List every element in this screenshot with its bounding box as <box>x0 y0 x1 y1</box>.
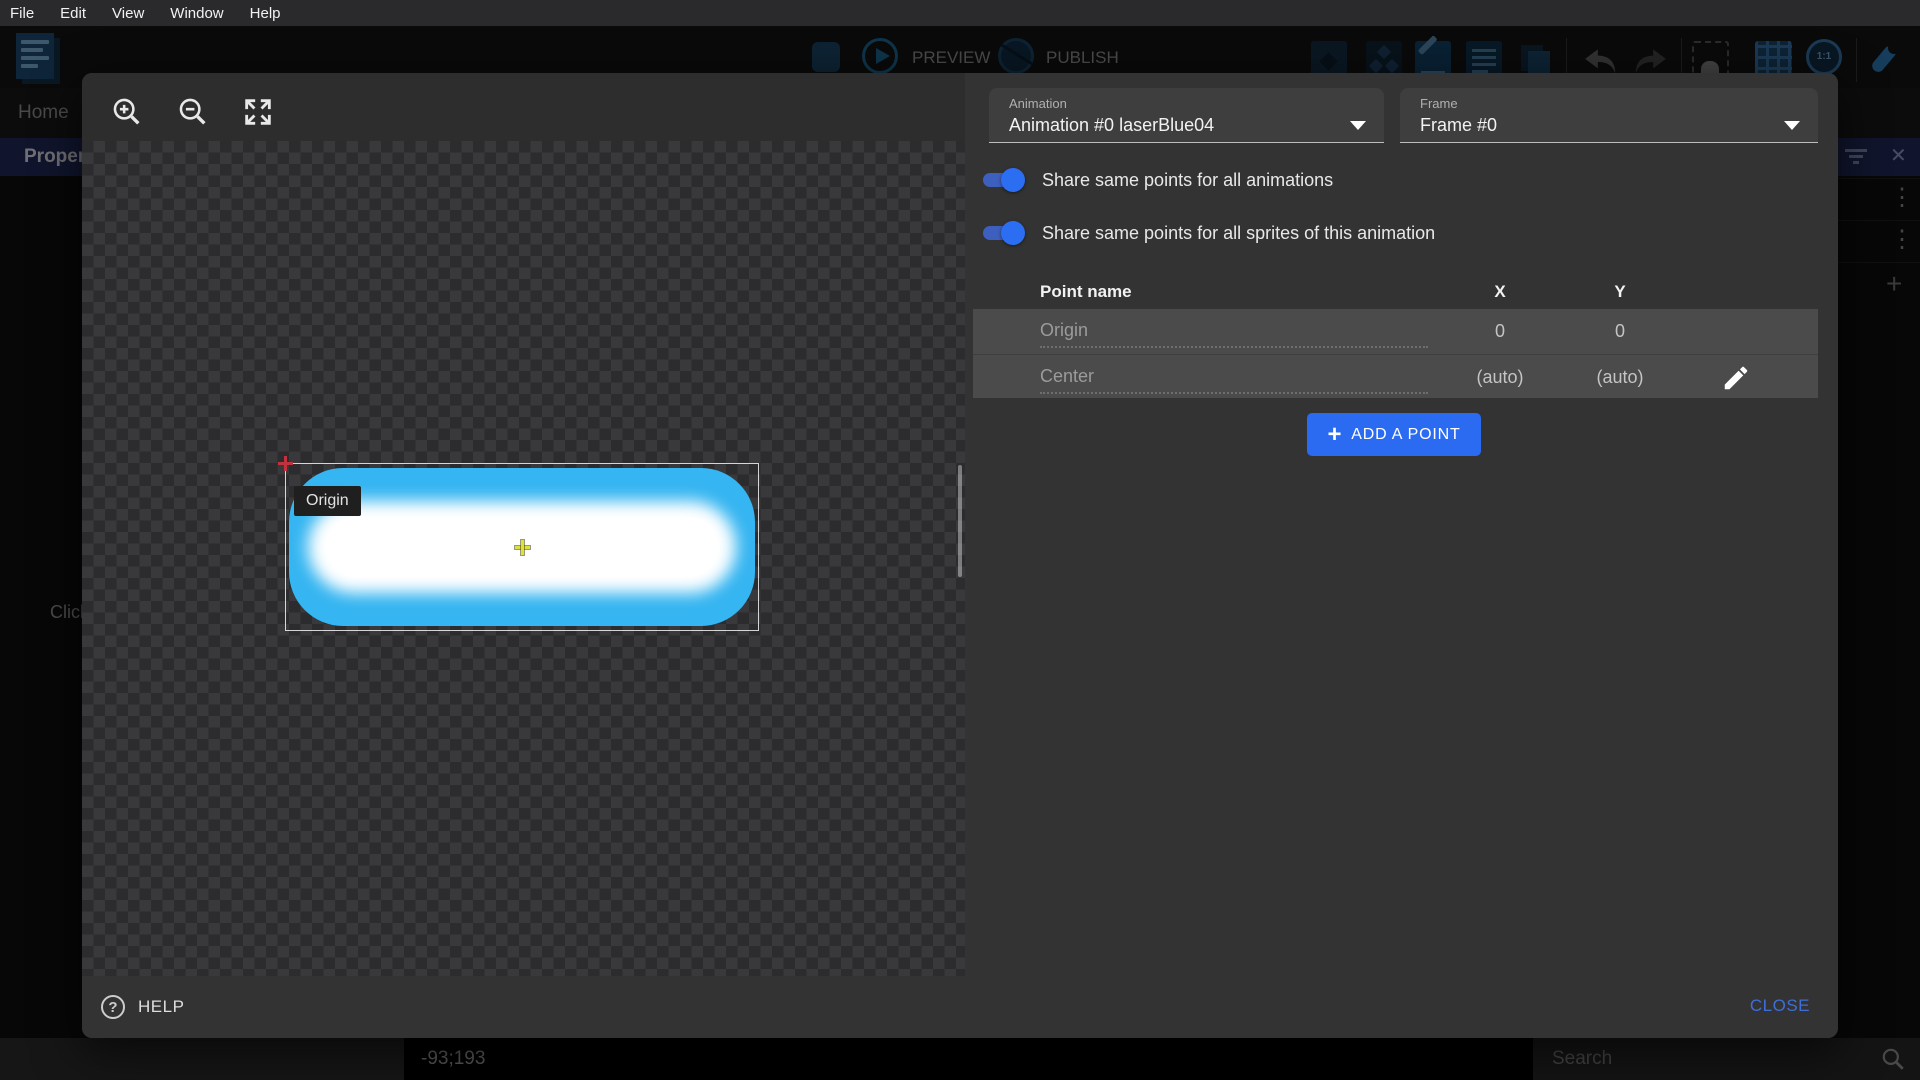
point-y-value[interactable]: 0 <box>1555 309 1685 354</box>
point-name-field[interactable]: Center <box>1040 359 1428 394</box>
share-points-all-sprites-toggle[interactable] <box>980 221 1024 245</box>
zoom-out-icon[interactable] <box>176 95 210 129</box>
edit-pencil-icon[interactable] <box>1721 363 1751 393</box>
toggle-row-share-all-sprites: Share same points for all sprites of thi… <box>980 220 1435 246</box>
center-point-marker[interactable] <box>515 540 530 555</box>
add-point-button-label: ADD A POINT <box>1351 426 1460 444</box>
menu-bar: File Edit View Window Help <box>0 0 1920 26</box>
toggle-label: Share same points for all sprites of thi… <box>1042 223 1435 244</box>
chevron-down-icon <box>1784 121 1800 130</box>
plus-icon: + <box>1327 425 1342 445</box>
column-header-point-name: Point name <box>1040 277 1428 312</box>
share-points-all-animations-toggle[interactable] <box>980 168 1024 192</box>
column-header-x: X <box>1435 277 1565 307</box>
point-name-field[interactable]: Origin <box>1040 313 1428 348</box>
sprite-canvas[interactable]: Origin <box>82 141 965 976</box>
point-x-value[interactable]: 0 <box>1435 309 1565 354</box>
add-point-button[interactable]: + ADD A POINT <box>1307 413 1481 456</box>
menu-item-window[interactable]: Window <box>170 5 223 22</box>
menu-item-help[interactable]: Help <box>250 5 281 22</box>
chevron-down-icon <box>1350 121 1366 130</box>
menu-item-edit[interactable]: Edit <box>60 5 86 22</box>
menu-item-file[interactable]: File <box>10 5 34 22</box>
points-table-header: Point name X Y <box>973 277 1818 307</box>
frame-select-value: Frame #0 <box>1420 115 1497 136</box>
points-editor-dialog: Origin Animation Animation #0 laserBlue0… <box>82 73 1838 1038</box>
help-icon: ? <box>101 995 125 1019</box>
origin-point-marker[interactable] <box>278 456 293 471</box>
help-button[interactable]: ? HELP <box>101 991 184 1023</box>
menu-item-view[interactable]: View <box>112 5 144 22</box>
point-x-value[interactable]: (auto) <box>1435 355 1565 398</box>
toggle-row-share-all-animations: Share same points for all animations <box>980 167 1333 193</box>
zoom-fit-icon[interactable] <box>241 95 275 129</box>
help-button-label: HELP <box>138 997 184 1017</box>
animation-select[interactable]: Animation Animation #0 laserBlue04 <box>989 88 1384 143</box>
point-row-origin[interactable]: Origin 0 0 <box>973 309 1818 354</box>
zoom-in-icon[interactable] <box>110 95 144 129</box>
animation-select-label: Animation <box>1009 96 1067 111</box>
app-window: File Edit View Window Help PREVIEW PUBLI… <box>0 0 1920 1080</box>
close-button[interactable]: CLOSE <box>1750 996 1810 1016</box>
points-side-panel: Animation Animation #0 laserBlue04 Frame… <box>965 73 1838 976</box>
frame-select[interactable]: Frame Frame #0 <box>1400 88 1818 143</box>
point-row-center[interactable]: Center (auto) (auto) <box>973 354 1818 398</box>
origin-point-label: Origin <box>294 486 361 516</box>
toggle-label: Share same points for all animations <box>1042 170 1333 191</box>
point-y-value[interactable]: (auto) <box>1555 355 1685 398</box>
animation-select-value: Animation #0 laserBlue04 <box>1009 115 1214 136</box>
column-header-y: Y <box>1555 277 1685 307</box>
canvas-scrollbar[interactable] <box>958 465 962 577</box>
canvas-toolbar <box>82 73 965 141</box>
dialog-footer: ? HELP CLOSE <box>82 976 1838 1038</box>
frame-select-label: Frame <box>1420 96 1458 111</box>
